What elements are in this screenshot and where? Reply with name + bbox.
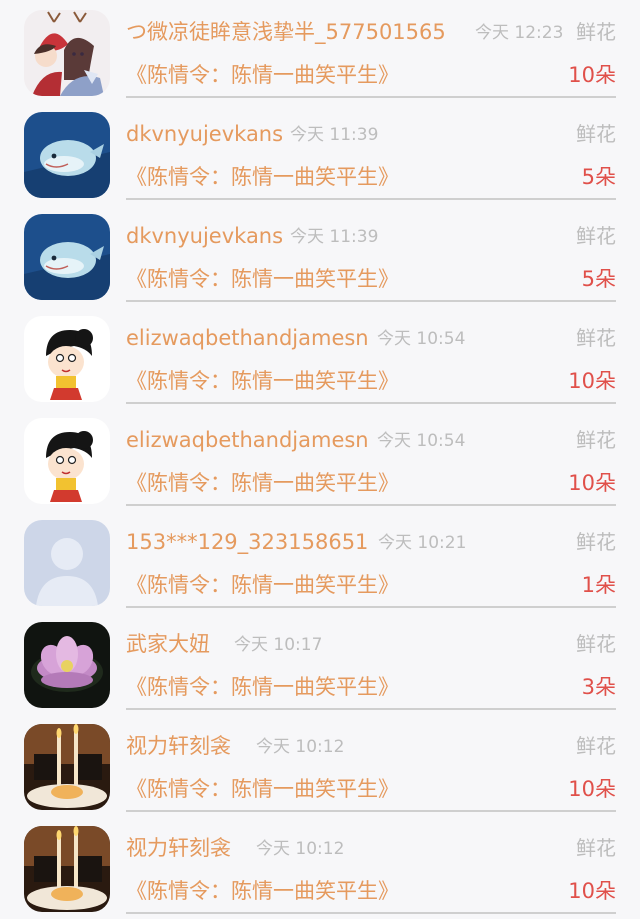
flower-count: 10朵 <box>568 777 616 801</box>
divider <box>126 912 616 914</box>
anime-couple-avatar-icon <box>24 10 110 96</box>
default-user-avatar-icon <box>24 520 110 606</box>
gift-type: 鲜花 <box>576 224 616 248</box>
whale-figurine-avatar-icon <box>24 112 110 198</box>
timestamp: 今天 11:39 <box>290 125 379 145</box>
timestamp: 今天 10:54 <box>377 329 466 349</box>
flower-gift-list: つ微凉徒眸意浅挚半_577501565 今天 12:23 鲜花 《陈情令：陈情一… <box>0 0 640 919</box>
entry-content: 视力轩刻衾 今天 10:12 鲜花 《陈情令：陈情一曲笑平生》 10朵 <box>126 816 616 918</box>
list-item[interactable]: dkvnyujevkans 今天 11:39 鲜花 《陈情令：陈情一曲笑平生》 … <box>0 102 640 204</box>
timestamp: 今天 10:12 <box>256 737 345 757</box>
list-item[interactable]: つ微凉徒眸意浅挚半_577501565 今天 12:23 鲜花 《陈情令：陈情一… <box>0 0 640 102</box>
avatar[interactable] <box>24 520 110 606</box>
list-item[interactable]: 武家大妞 今天 10:17 鲜花 《陈情令：陈情一曲笑平生》 3朵 <box>0 612 640 714</box>
lotus-flower-avatar-icon <box>24 622 110 708</box>
gift-type: 鲜花 <box>576 632 616 656</box>
list-item[interactable]: 153***129_323158651 今天 10:21 鲜花 《陈情令：陈情一… <box>0 510 640 612</box>
avatar[interactable] <box>24 826 110 912</box>
divider <box>126 300 616 302</box>
timestamp: 今天 11:39 <box>290 227 379 247</box>
username[interactable]: 视力轩刻衾 <box>126 732 231 760</box>
book-title[interactable]: 《陈情令：陈情一曲笑平生》 <box>126 673 399 701</box>
list-item[interactable]: 视力轩刻衾 今天 10:12 鲜花 《陈情令：陈情一曲笑平生》 10朵 <box>0 816 640 918</box>
gift-type: 鲜花 <box>576 836 616 860</box>
flower-count: 1朵 <box>581 573 616 597</box>
username[interactable]: つ微凉徒眸意浅挚半_577501565 <box>126 18 446 46</box>
avatar[interactable] <box>24 112 110 198</box>
flower-count: 10朵 <box>568 471 616 495</box>
book-title[interactable]: 《陈情令：陈情一曲笑平生》 <box>126 163 399 191</box>
divider <box>126 198 616 200</box>
username[interactable]: dkvnyujevkans <box>126 222 283 250</box>
username[interactable]: dkvnyujevkans <box>126 120 283 148</box>
divider <box>126 810 616 812</box>
username[interactable]: 153***129_323158651 <box>126 528 368 556</box>
book-title[interactable]: 《陈情令：陈情一曲笑平生》 <box>126 265 399 293</box>
candle-cake-avatar-icon <box>24 724 110 810</box>
avatar[interactable] <box>24 10 110 96</box>
gift-type: 鲜花 <box>576 122 616 146</box>
divider <box>126 504 616 506</box>
whale-figurine-avatar-icon <box>24 214 110 300</box>
avatar[interactable] <box>24 214 110 300</box>
gift-type: 鲜花 <box>576 428 616 452</box>
flower-count: 5朵 <box>581 165 616 189</box>
book-title[interactable]: 《陈情令：陈情一曲笑平生》 <box>126 367 399 395</box>
entry-content: 视力轩刻衾 今天 10:12 鲜花 《陈情令：陈情一曲笑平生》 10朵 <box>126 714 616 816</box>
timestamp: 今天 10:21 <box>378 533 467 553</box>
flower-count: 5朵 <box>581 267 616 291</box>
gift-type: 鲜花 <box>576 20 616 44</box>
book-title[interactable]: 《陈情令：陈情一曲笑平生》 <box>126 877 399 905</box>
entry-content: elizwaqbethandjamesn 今天 10:54 鲜花 《陈情令：陈情… <box>126 306 616 408</box>
flower-count: 10朵 <box>568 879 616 903</box>
username[interactable]: elizwaqbethandjamesn <box>126 324 369 352</box>
timestamp: 今天 10:17 <box>234 635 323 655</box>
book-title[interactable]: 《陈情令：陈情一曲笑平生》 <box>126 571 399 599</box>
list-item[interactable]: dkvnyujevkans 今天 11:39 鲜花 《陈情令：陈情一曲笑平生》 … <box>0 204 640 306</box>
avatar[interactable] <box>24 418 110 504</box>
avatar[interactable] <box>24 724 110 810</box>
cartoon-girl-avatar-icon <box>24 418 110 504</box>
candle-cake-avatar-icon <box>24 826 110 912</box>
entry-content: 153***129_323158651 今天 10:21 鲜花 《陈情令：陈情一… <box>126 510 616 612</box>
timestamp: 今天 12:23 <box>475 23 564 43</box>
flower-count: 10朵 <box>568 63 616 87</box>
timestamp: 今天 10:12 <box>256 839 345 859</box>
username[interactable]: elizwaqbethandjamesn <box>126 426 369 454</box>
gift-type: 鲜花 <box>576 326 616 350</box>
list-item[interactable]: elizwaqbethandjamesn 今天 10:54 鲜花 《陈情令：陈情… <box>0 306 640 408</box>
gift-type: 鲜花 <box>576 734 616 758</box>
flower-count: 10朵 <box>568 369 616 393</box>
book-title[interactable]: 《陈情令：陈情一曲笑平生》 <box>126 61 399 89</box>
avatar[interactable] <box>24 316 110 402</box>
divider <box>126 708 616 710</box>
timestamp: 今天 10:54 <box>377 431 466 451</box>
entry-content: elizwaqbethandjamesn 今天 10:54 鲜花 《陈情令：陈情… <box>126 408 616 510</box>
divider <box>126 402 616 404</box>
gift-type: 鲜花 <box>576 530 616 554</box>
username[interactable]: 武家大妞 <box>126 630 210 658</box>
avatar[interactable] <box>24 622 110 708</box>
flower-count: 3朵 <box>581 675 616 699</box>
book-title[interactable]: 《陈情令：陈情一曲笑平生》 <box>126 775 399 803</box>
list-item[interactable]: 视力轩刻衾 今天 10:12 鲜花 《陈情令：陈情一曲笑平生》 10朵 <box>0 714 640 816</box>
list-item[interactable]: elizwaqbethandjamesn 今天 10:54 鲜花 《陈情令：陈情… <box>0 408 640 510</box>
book-title[interactable]: 《陈情令：陈情一曲笑平生》 <box>126 469 399 497</box>
cartoon-girl-avatar-icon <box>24 316 110 402</box>
divider <box>126 96 616 98</box>
entry-content: dkvnyujevkans 今天 11:39 鲜花 《陈情令：陈情一曲笑平生》 … <box>126 204 616 306</box>
username[interactable]: 视力轩刻衾 <box>126 834 231 862</box>
entry-content: 武家大妞 今天 10:17 鲜花 《陈情令：陈情一曲笑平生》 3朵 <box>126 612 616 714</box>
divider <box>126 606 616 608</box>
entry-content: つ微凉徒眸意浅挚半_577501565 今天 12:23 鲜花 《陈情令：陈情一… <box>126 0 616 102</box>
entry-content: dkvnyujevkans 今天 11:39 鲜花 《陈情令：陈情一曲笑平生》 … <box>126 102 616 204</box>
